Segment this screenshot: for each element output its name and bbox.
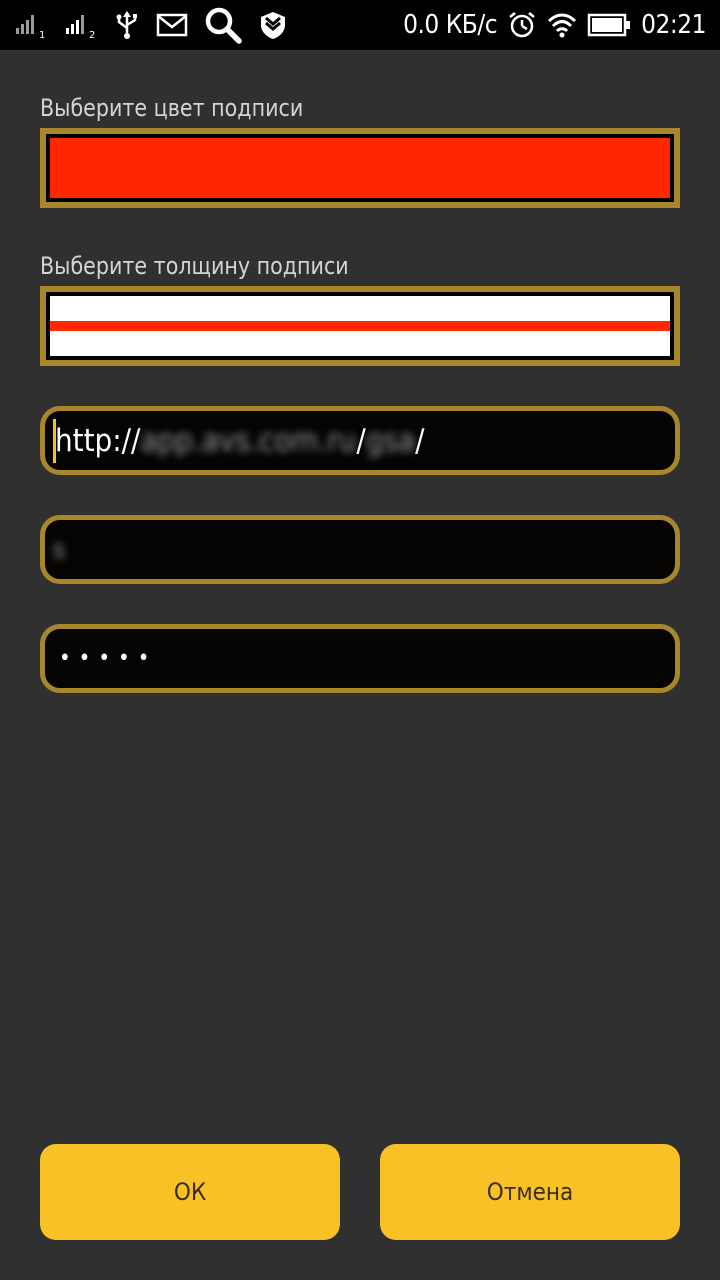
- mail-icon: [156, 13, 188, 37]
- login-input[interactable]: s: [40, 515, 680, 584]
- status-bar-right: 0.0 КБ/с 02:21: [403, 0, 706, 50]
- thickness-preview-line: [50, 321, 670, 331]
- signal-sim1-icon: 1: [14, 10, 48, 40]
- server-url-input[interactable]: http:// app.avs.com.ru / gsa /: [40, 406, 680, 475]
- server-url-trailing: /: [415, 422, 425, 459]
- battery-icon: [587, 12, 631, 38]
- shield-icon: [258, 10, 288, 40]
- clock: 02:21: [641, 10, 706, 40]
- usb-icon: [114, 10, 140, 40]
- wifi-icon: [547, 12, 577, 38]
- password-value: •••••: [59, 646, 158, 671]
- color-picker[interactable]: [40, 128, 680, 208]
- alarm-icon: [507, 10, 537, 40]
- signal-sim2-icon: 2: [64, 10, 98, 40]
- thickness-label: Выберите толщину подписи: [40, 252, 349, 280]
- status-bar: 1 2 0.0 КБ/с 02:21: [0, 0, 720, 50]
- color-label: Выберите цвет подписи: [40, 94, 304, 122]
- server-url-path: gsa: [365, 422, 416, 459]
- ok-button[interactable]: ОК: [40, 1144, 340, 1240]
- thickness-preview: [46, 292, 674, 360]
- search-icon: [204, 6, 242, 44]
- selected-color-swatch: [46, 134, 674, 202]
- password-input[interactable]: •••••: [40, 624, 680, 693]
- thickness-picker[interactable]: [40, 286, 680, 366]
- login-value: s: [53, 534, 66, 565]
- cancel-button[interactable]: Отмена: [380, 1144, 680, 1240]
- server-url-prefix: http://: [55, 422, 141, 459]
- sim2-number: 2: [89, 30, 95, 40]
- status-bar-left: 1 2: [14, 0, 288, 50]
- server-url-separator: /: [356, 422, 366, 459]
- network-speed: 0.0 КБ/с: [403, 10, 498, 40]
- server-url-host: app.avs.com.ru: [140, 422, 357, 459]
- settings-screen: 1 2 0.0 КБ/с 02:21 Выберите цвет подписи…: [0, 0, 720, 1280]
- sim1-number: 1: [39, 30, 45, 40]
